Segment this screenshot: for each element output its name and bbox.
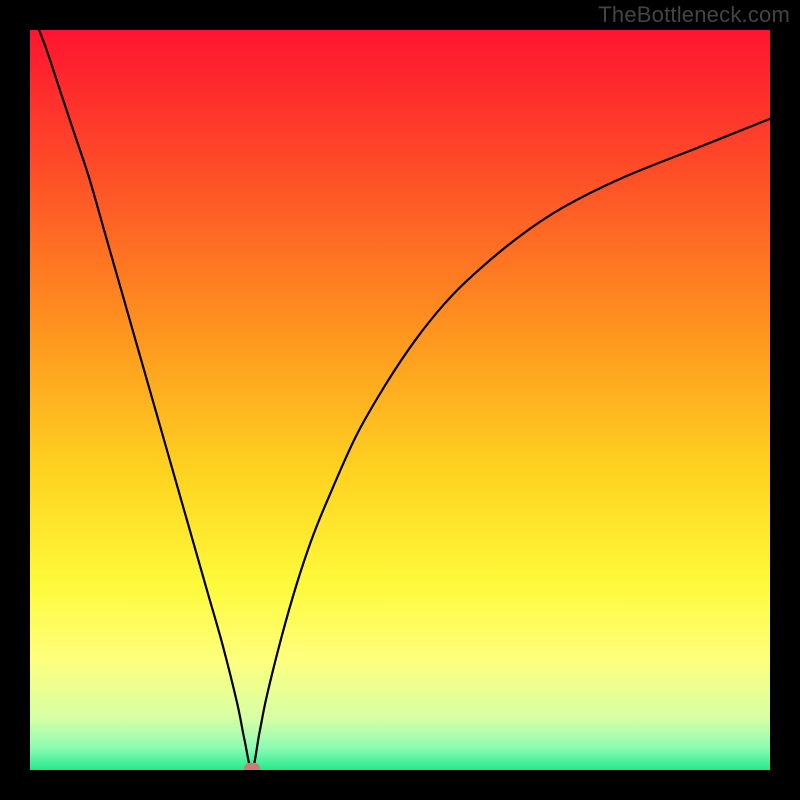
chart-container <box>30 30 770 770</box>
chart-svg <box>30 30 770 770</box>
watermark-text: TheBottleneck.com <box>598 2 790 28</box>
chart-background <box>30 30 770 770</box>
